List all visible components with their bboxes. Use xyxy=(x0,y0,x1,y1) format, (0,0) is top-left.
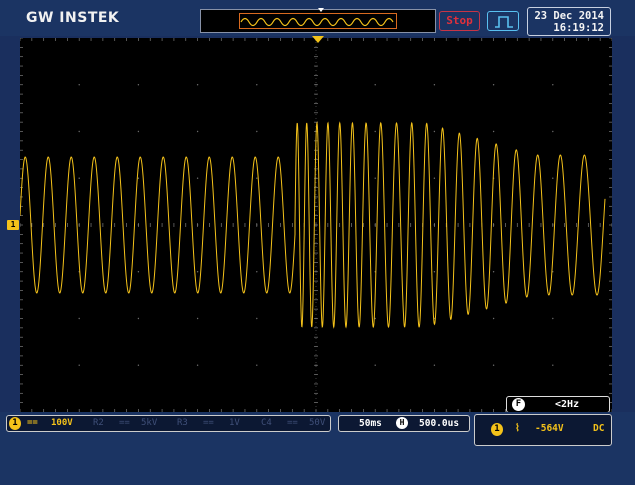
grid-dot xyxy=(78,130,80,133)
grid-dot xyxy=(433,130,436,133)
grid-dot xyxy=(196,271,199,273)
waveform-overview[interactable] xyxy=(200,8,436,33)
time-per-div: 50ms xyxy=(359,418,382,429)
trigger-slope-icon: ⌇ xyxy=(515,423,520,434)
trigger-status[interactable]: 1 ⌇ -564V DC xyxy=(474,414,612,446)
channel3-label[interactable]: R3 xyxy=(177,416,188,431)
grid-dot xyxy=(492,364,495,366)
grid-dot xyxy=(492,130,495,133)
grid-dot xyxy=(492,317,495,320)
grid-dot xyxy=(552,364,554,366)
channel-status-bar[interactable]: 1 == 100V R2 == 5kV R3 == 1V C4 == 50V xyxy=(6,415,331,432)
grid-dot xyxy=(78,364,80,366)
grid-dot xyxy=(433,177,436,179)
channel4-coupling: == xyxy=(287,418,298,428)
grid-dot xyxy=(196,177,199,179)
grid-dot xyxy=(196,130,199,133)
channel4-scale: 50V xyxy=(309,418,326,428)
horizontal-position-icon: H xyxy=(396,417,408,429)
grid-dot xyxy=(374,130,376,133)
grid-dot xyxy=(256,177,258,179)
brand-logo: GW INSTEK xyxy=(26,10,120,26)
grid-dot xyxy=(137,84,140,86)
channel1-icon[interactable]: 1 xyxy=(9,417,21,430)
date-time-display: 23 Dec 2014 16:19:12 xyxy=(527,7,611,36)
grid-dot xyxy=(137,177,140,179)
grid-dot xyxy=(492,271,495,273)
grid-dot xyxy=(552,84,554,86)
grid-dot xyxy=(137,130,140,133)
grid-dot xyxy=(433,271,436,273)
time-text: 16:19:12 xyxy=(553,22,604,34)
horizontal-position-value: 500.0us xyxy=(419,418,460,429)
trigger-source-icon: 1 xyxy=(491,423,503,436)
date-text: 23 Dec 2014 xyxy=(534,10,604,22)
waveform-display[interactable] xyxy=(20,38,612,412)
grid-dot xyxy=(552,317,554,320)
trigger-mode-button[interactable] xyxy=(487,11,519,31)
frequency-counter: F <2Hz xyxy=(506,396,610,413)
frequency-value: <2Hz xyxy=(555,399,580,410)
grid-dot xyxy=(256,84,258,86)
overview-window[interactable] xyxy=(239,13,397,29)
timebase-status[interactable]: 50ms H 500.0us xyxy=(338,415,470,432)
grid-dot xyxy=(196,84,199,86)
grid-dot xyxy=(137,317,140,320)
grid-dot xyxy=(196,317,199,320)
grid-dot xyxy=(78,84,80,86)
grid-dot xyxy=(78,317,80,320)
trigger-position-icon[interactable] xyxy=(312,36,324,43)
channel4-label[interactable]: C4 xyxy=(261,416,272,431)
channel3-scale: 1V xyxy=(229,418,240,428)
grid-dot xyxy=(256,130,258,133)
channel2-coupling: == xyxy=(119,418,130,428)
channel1-scale: 100V xyxy=(51,418,73,428)
grid-dot xyxy=(374,177,376,179)
grid-dot xyxy=(196,364,199,366)
grid-dot xyxy=(374,84,376,86)
overview-trigger-marker-icon xyxy=(318,8,324,12)
grid-dot xyxy=(552,177,554,179)
grid-dot xyxy=(256,317,258,320)
grid-dot xyxy=(137,364,140,366)
channel2-label[interactable]: R2 xyxy=(93,416,104,431)
grid-dot xyxy=(256,364,258,366)
grid-dot xyxy=(433,364,436,366)
frequency-icon: F xyxy=(512,398,525,411)
grid-dot xyxy=(137,271,140,273)
channel1-coupling: == xyxy=(27,418,38,428)
channel2-scale: 5kV xyxy=(141,418,158,428)
grid-dot xyxy=(256,271,258,273)
grid-dot xyxy=(433,84,436,86)
channel3-coupling: == xyxy=(203,418,214,428)
grid-dot xyxy=(492,84,495,86)
trigger-level: -564V xyxy=(535,423,564,434)
edge-trigger-icon xyxy=(495,16,513,28)
grid-dot xyxy=(78,177,80,179)
oscilloscope-graticule xyxy=(20,38,612,412)
channel1-ground-marker[interactable]: 1 xyxy=(7,220,19,230)
trigger-coupling: DC xyxy=(593,423,605,434)
run-stop-button[interactable]: Stop xyxy=(439,11,480,31)
grid-dot xyxy=(374,364,376,366)
grid-dot xyxy=(552,130,554,133)
